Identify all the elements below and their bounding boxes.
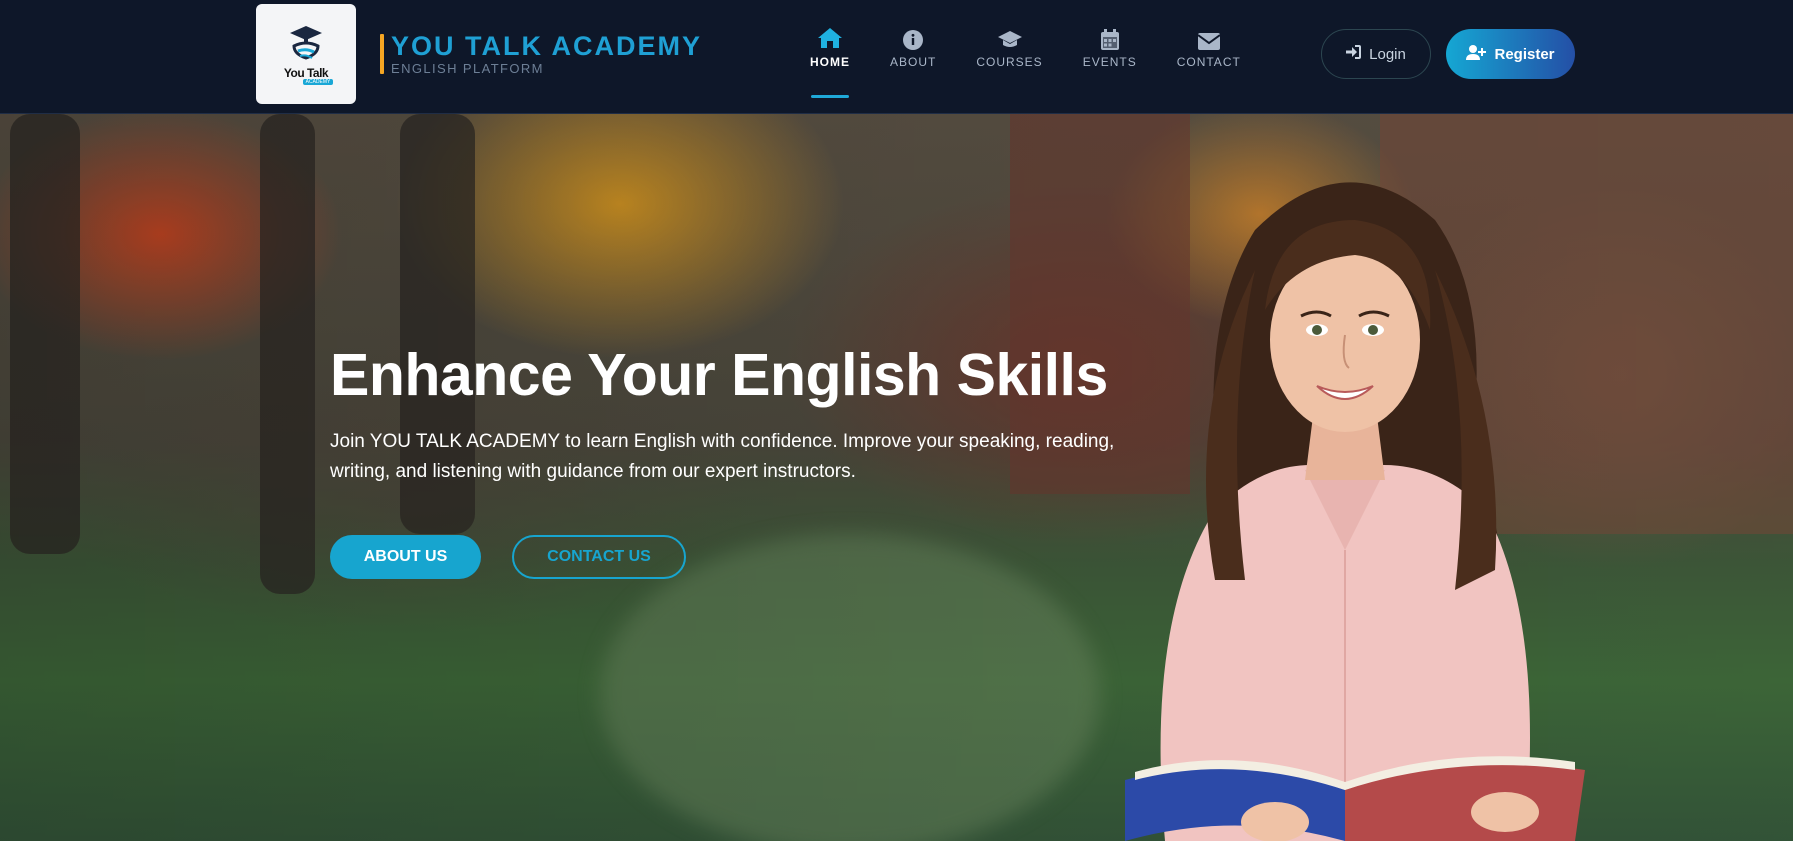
navbar: You Talk ACADEMY YOU TALK ACADEMY ENGLIS… <box>0 0 1793 114</box>
hero-section: Enhance Your English Skills Join YOU TAL… <box>0 114 1793 841</box>
graduation-cap-logo-icon <box>290 25 322 60</box>
logo-text: You Talk <box>283 65 329 80</box>
student-holding-book-image <box>1125 182 1585 841</box>
brand-subtitle: ENGLISH PLATFORM <box>391 61 544 76</box>
graduation-cap-icon <box>997 24 1023 50</box>
nav-item-home[interactable]: HOME <box>790 24 870 98</box>
nav-label-courses: COURSES <box>976 55 1043 69</box>
info-icon <box>903 24 924 50</box>
brand-title[interactable]: YOU TALK ACADEMY <box>391 31 702 62</box>
logo-tag: ACADEMY <box>302 78 334 85</box>
hero-title: Enhance Your English Skills <box>330 342 1108 408</box>
login-button[interactable]: Login <box>1321 29 1431 79</box>
nav-label-home: HOME <box>810 55 850 69</box>
nav-item-contact[interactable]: CONTACT <box>1157 24 1261 98</box>
nav-label-about: ABOUT <box>890 55 937 69</box>
register-label: Register <box>1494 45 1555 63</box>
calendar-icon <box>1100 24 1119 50</box>
nav-label-contact: CONTACT <box>1176 55 1241 69</box>
nav-item-about[interactable]: ABOUT <box>870 24 956 98</box>
brand-accent-bar <box>380 34 384 74</box>
contact-us-button[interactable]: CONTACT US <box>512 535 686 579</box>
envelope-icon <box>1197 24 1220 50</box>
register-button[interactable]: Register <box>1446 29 1575 79</box>
user-plus-icon <box>1466 44 1487 64</box>
sign-in-icon <box>1346 45 1362 63</box>
main-nav: HOME ABOUT COURSES EVENTS CONTACT <box>790 24 1261 98</box>
hero-description: Join YOU TALK ACADEMY to learn English w… <box>330 431 1115 482</box>
login-label: Login <box>1369 45 1406 63</box>
nav-item-events[interactable]: EVENTS <box>1063 24 1157 98</box>
home-icon <box>817 24 843 50</box>
nav-item-courses[interactable]: COURSES <box>956 24 1062 98</box>
about-us-button[interactable]: ABOUT US <box>330 535 481 579</box>
active-nav-indicator <box>811 95 849 98</box>
nav-label-events: EVENTS <box>1082 55 1137 69</box>
logo[interactable]: You Talk ACADEMY <box>256 4 356 104</box>
